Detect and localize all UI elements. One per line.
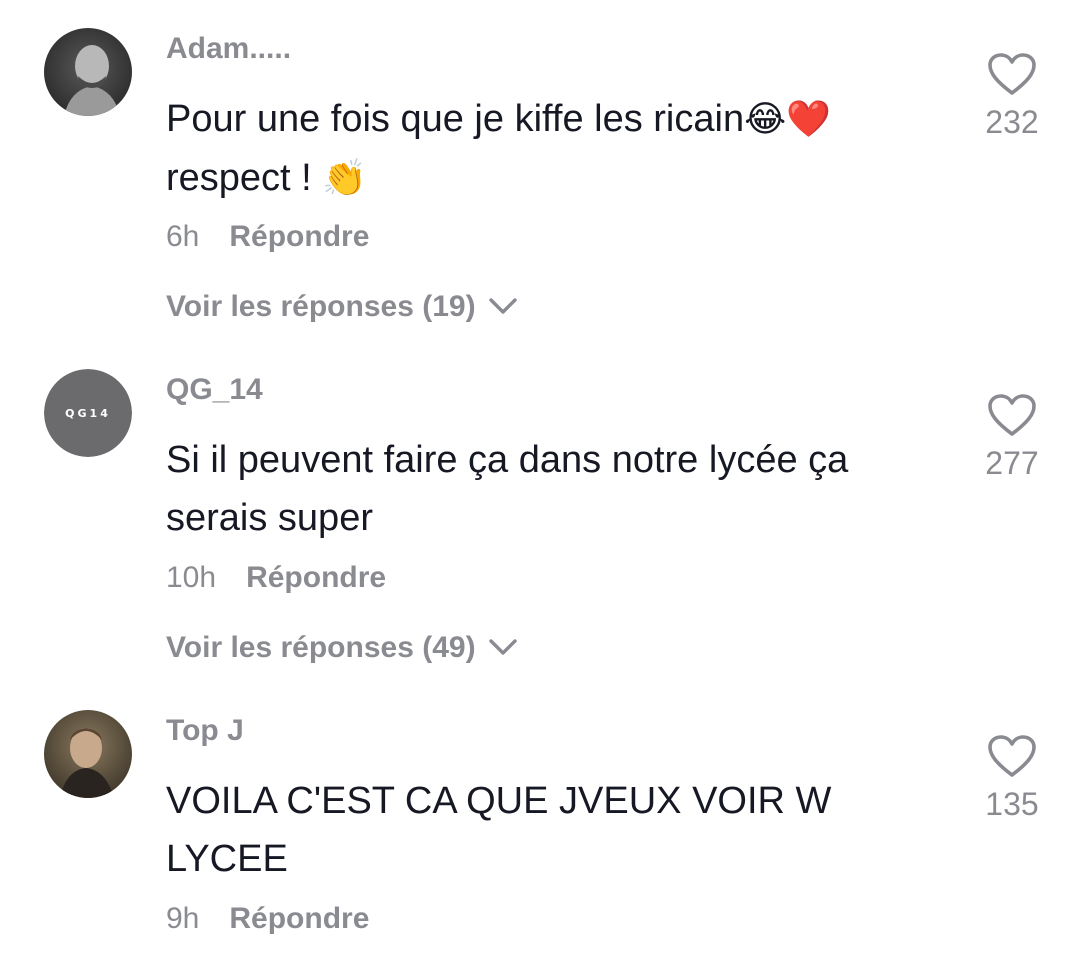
view-replies-button[interactable]: Voir les réponses (19) [166, 290, 518, 324]
clapping-hands-emoji-icon: 👏 [322, 158, 368, 199]
comment-username[interactable]: Adam..... [166, 32, 291, 66]
chevron-down-icon [488, 290, 518, 324]
comment-text: Pour une fois que je kiffe les ricain😂❤️… [166, 90, 906, 208]
like-count: 135 [985, 786, 1039, 822]
comment-meta: 10h Répondre [166, 561, 386, 595]
avatar-text: QG14 [44, 369, 132, 457]
comment-text: VOILA C'EST CA QUE JVEUX VOIR W LYCEE [166, 780, 832, 880]
red-heart-emoji-icon: ❤️ [786, 99, 831, 140]
heart-outline-icon [972, 52, 1052, 96]
reply-button[interactable]: Répondre [229, 902, 369, 936]
comment-timestamp: 9h [166, 902, 200, 935]
view-replies-label: Voir les réponses (49) [166, 631, 476, 664]
avatar[interactable]: QG14 [44, 369, 132, 457]
comment-timestamp: 10h [166, 561, 217, 594]
chevron-down-icon [488, 631, 518, 665]
comment-timestamp: 6h [166, 220, 200, 253]
reply-button[interactable]: Répondre [246, 561, 386, 595]
view-replies-label: Voir les réponses (19) [166, 290, 476, 323]
like-count: 277 [985, 445, 1039, 481]
comment-username[interactable]: QG_14 [166, 373, 263, 407]
comment-text-line: Pour une fois que je kiffe les ricain [166, 98, 745, 140]
like-button[interactable]: 277 [972, 393, 1052, 482]
comment-meta: 6h Répondre [166, 220, 369, 254]
comment-text: Si il peuvent faire ça dans notre lycée … [166, 439, 849, 539]
like-count: 232 [985, 104, 1039, 140]
laughing-emoji-icon: 😂 [744, 99, 787, 140]
comment-text-line: respect ! [166, 157, 323, 199]
comment-username[interactable]: Top J [166, 714, 244, 748]
avatar[interactable] [44, 28, 132, 116]
reply-button[interactable]: Répondre [229, 220, 369, 254]
heart-outline-icon [972, 734, 1052, 778]
comment-meta: 9h Répondre [166, 902, 369, 936]
view-replies-button[interactable]: Voir les réponses (49) [166, 631, 518, 665]
avatar[interactable] [44, 710, 132, 798]
like-button[interactable]: 135 [972, 734, 1052, 823]
like-button[interactable]: 232 [972, 52, 1052, 141]
heart-outline-icon [972, 393, 1052, 437]
